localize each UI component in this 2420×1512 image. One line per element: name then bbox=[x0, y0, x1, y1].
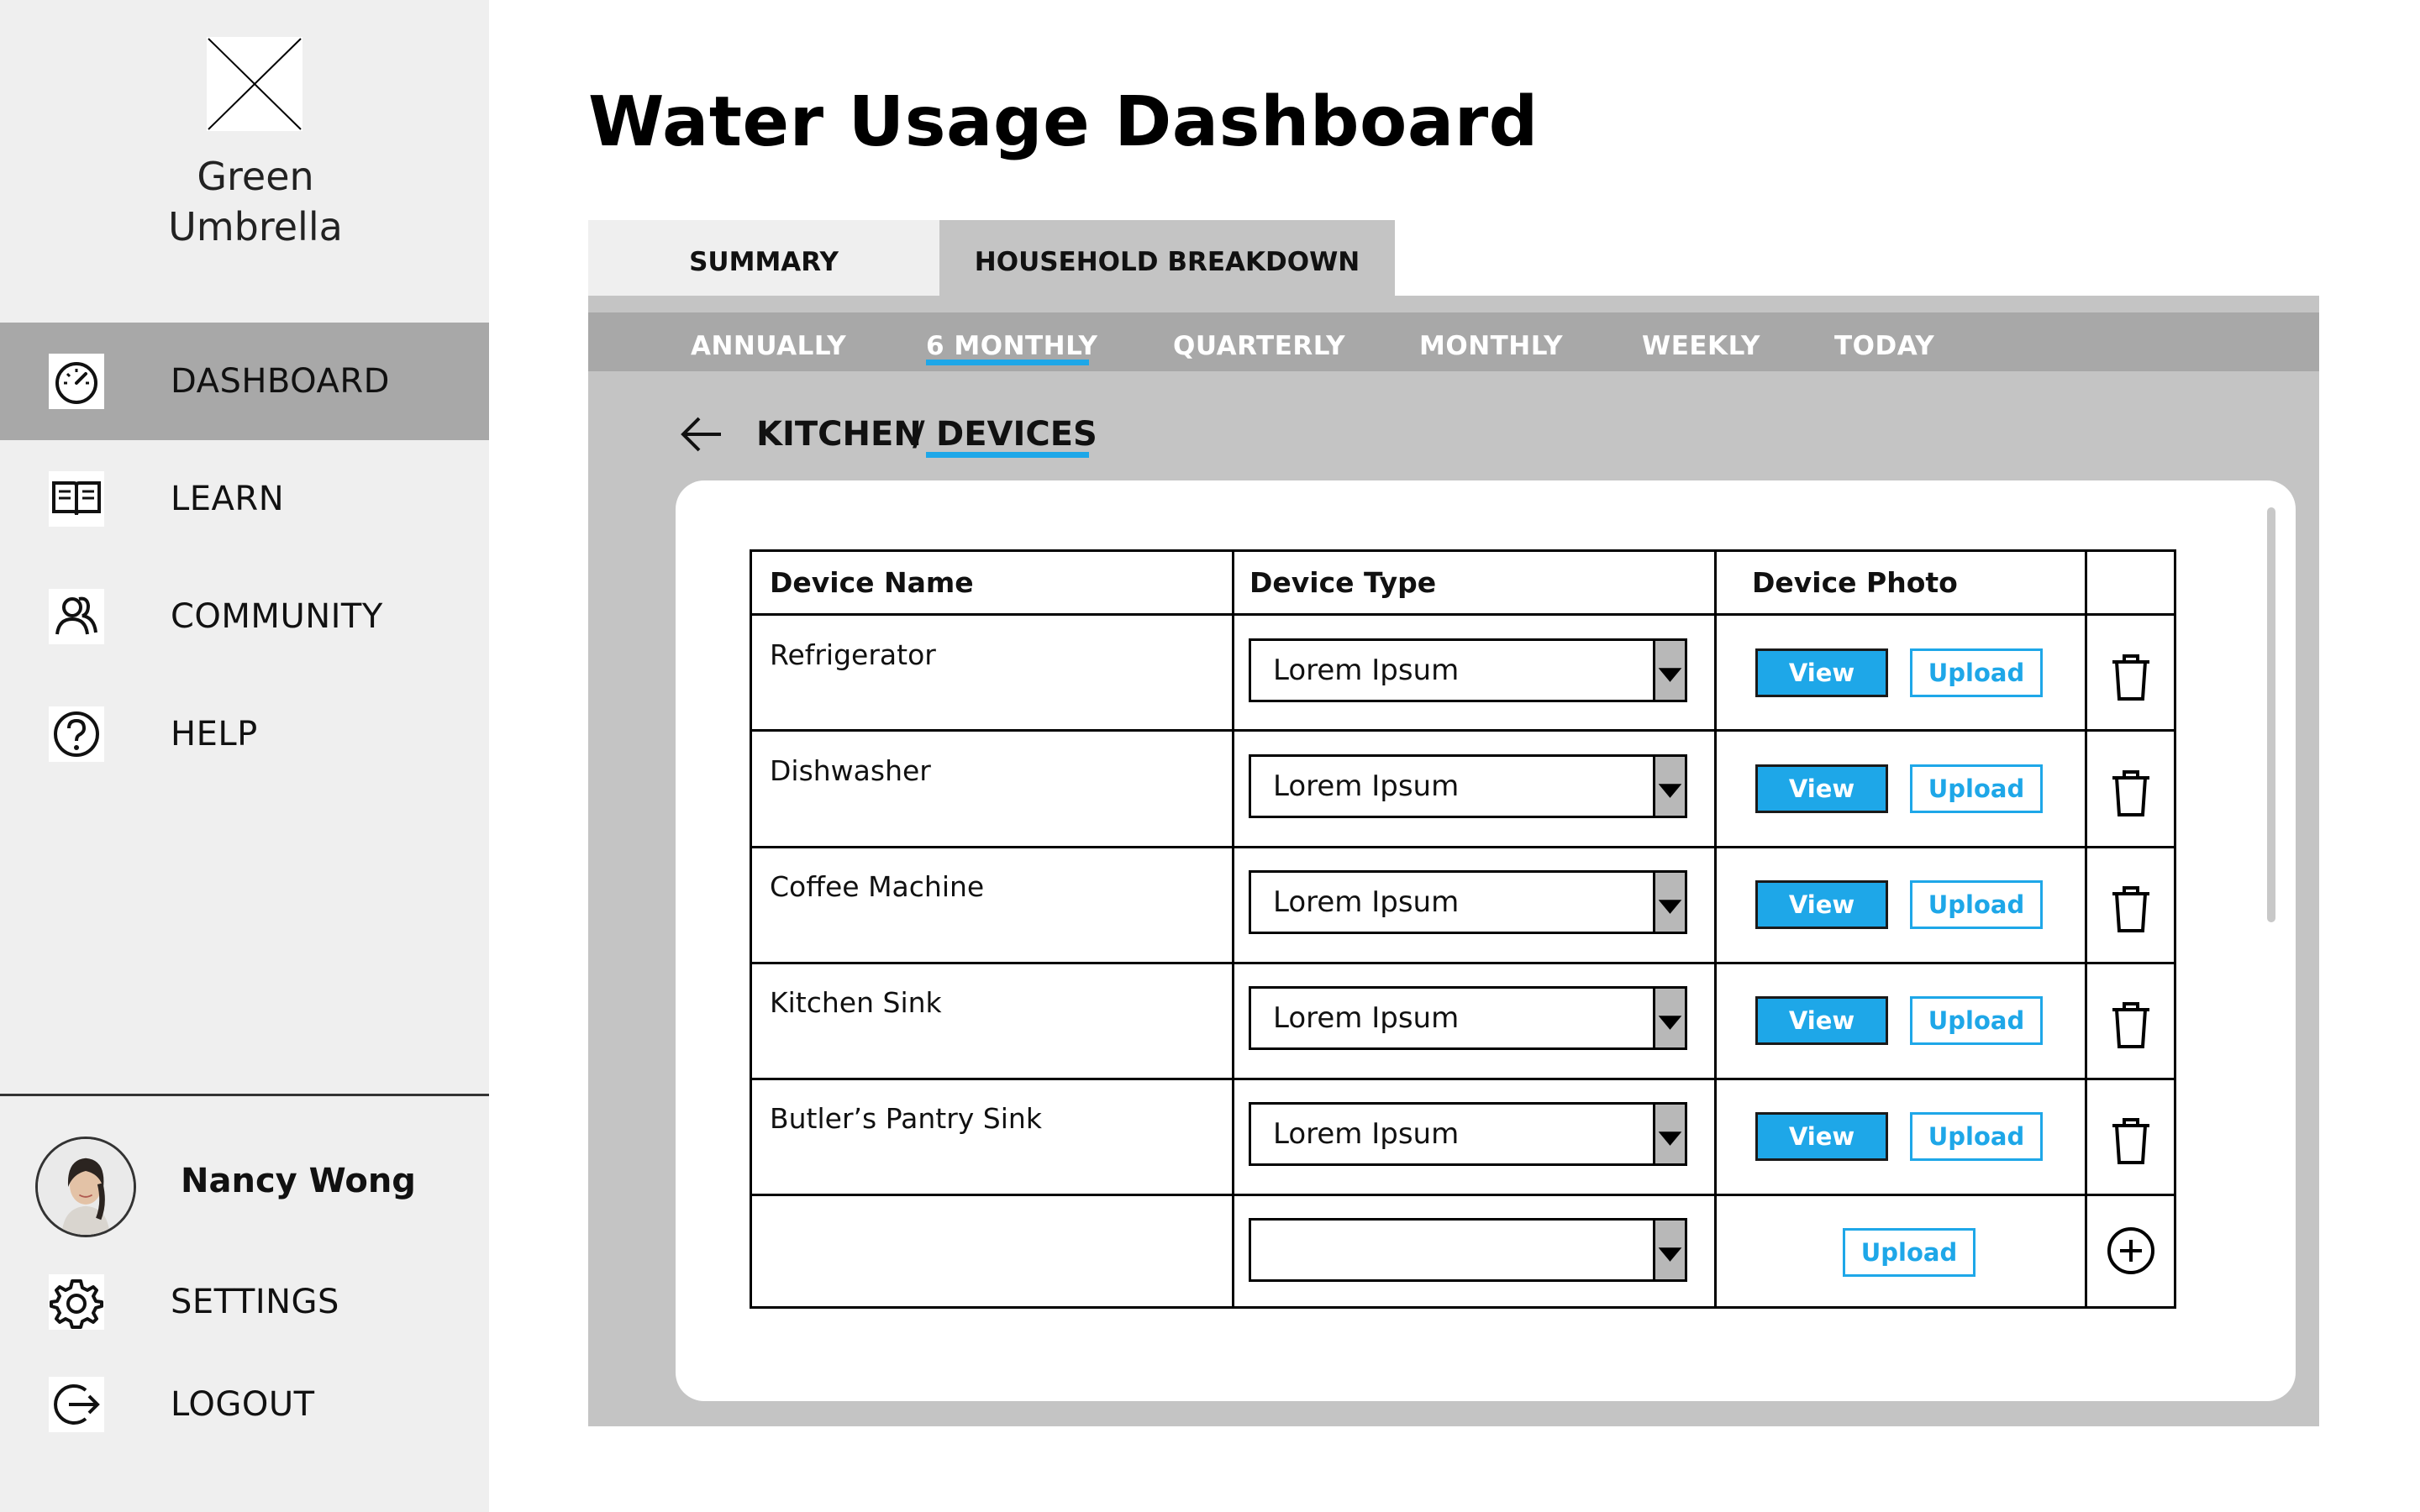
view-button[interactable]: View bbox=[1755, 996, 1888, 1045]
nav-label: LOGOUT bbox=[171, 1385, 315, 1424]
col-divider bbox=[2085, 549, 2087, 1309]
nav-item-settings[interactable]: SETTINGS bbox=[0, 1243, 489, 1361]
logout-icon bbox=[49, 1377, 104, 1432]
period-quarterly[interactable]: QUARTERLY bbox=[1173, 312, 1345, 371]
view-button[interactable]: View bbox=[1755, 1112, 1888, 1161]
device-type-select[interactable]: Lorem Ipsum bbox=[1249, 1102, 1687, 1166]
device-type-select[interactable]: Lorem Ipsum bbox=[1249, 754, 1687, 818]
device-name: Kitchen Sink bbox=[770, 986, 942, 1019]
avatar[interactable] bbox=[35, 1137, 136, 1237]
trash-icon[interactable] bbox=[2109, 1000, 2153, 1050]
scrollbar[interactable] bbox=[2267, 507, 2275, 922]
people-icon bbox=[49, 589, 104, 644]
row-divider bbox=[750, 729, 2176, 732]
nav-item-community[interactable]: COMMUNITY bbox=[0, 558, 489, 675]
select-value: Lorem Ipsum bbox=[1273, 654, 1460, 687]
period-monthly[interactable]: MONTHLY bbox=[1419, 312, 1563, 371]
breadcrumb-current: DEVICES bbox=[936, 415, 1097, 454]
period-today[interactable]: TODAY bbox=[1834, 312, 1934, 371]
caret-down-icon[interactable] bbox=[1653, 1221, 1685, 1279]
row-divider bbox=[750, 1194, 2176, 1196]
tab-summary[interactable]: SUMMARY bbox=[588, 220, 939, 296]
row-divider bbox=[750, 962, 2176, 964]
upload-button[interactable]: Upload bbox=[1910, 880, 2043, 929]
row-divider bbox=[750, 613, 2176, 616]
col-divider bbox=[1232, 549, 1234, 1309]
upload-button[interactable]: Upload bbox=[1910, 648, 2043, 697]
upload-button[interactable]: Upload bbox=[1910, 1112, 2043, 1161]
trash-icon[interactable] bbox=[2109, 884, 2153, 934]
row-divider bbox=[750, 1078, 2176, 1080]
select-value: Lorem Ipsum bbox=[1273, 1117, 1460, 1151]
device-name: Refrigerator bbox=[770, 638, 936, 671]
new-device-type-select[interactable] bbox=[1249, 1218, 1687, 1282]
sidebar-divider bbox=[0, 1094, 489, 1096]
nav-item-dashboard[interactable]: DASHBOARD bbox=[0, 323, 489, 440]
select-value: Lorem Ipsum bbox=[1273, 769, 1460, 803]
device-type-select[interactable]: Lorem Ipsum bbox=[1249, 870, 1687, 934]
view-button[interactable]: View bbox=[1755, 880, 1888, 929]
nav-label: DASHBOARD bbox=[171, 362, 390, 401]
column-header-device-name: Device Name bbox=[770, 566, 974, 599]
select-value: Lorem Ipsum bbox=[1273, 1001, 1460, 1035]
caret-down-icon[interactable] bbox=[1653, 1105, 1685, 1163]
gauge-icon bbox=[49, 354, 104, 409]
device-name: Coffee Machine bbox=[770, 870, 985, 903]
period-annually[interactable]: ANNUALLY bbox=[691, 312, 846, 371]
col-divider bbox=[1714, 549, 1717, 1309]
gear-icon bbox=[49, 1274, 104, 1330]
view-button[interactable]: View bbox=[1755, 764, 1888, 813]
sidebar: Green Umbrella DASHBOARD LEARN COMMUNITY… bbox=[0, 0, 489, 1512]
select-value: Lorem Ipsum bbox=[1273, 885, 1460, 919]
trash-icon[interactable] bbox=[2109, 768, 2153, 818]
caret-down-icon[interactable] bbox=[1653, 989, 1685, 1047]
user-name: Nancy Wong bbox=[181, 1162, 416, 1200]
column-header-device-type: Device Type bbox=[1249, 566, 1437, 599]
nav-label: SETTINGS bbox=[171, 1283, 339, 1321]
caret-down-icon[interactable] bbox=[1653, 757, 1685, 816]
trash-icon[interactable] bbox=[2109, 1116, 2153, 1166]
breadcrumb-parent[interactable]: KITCHEN bbox=[756, 412, 922, 457]
help-icon bbox=[49, 706, 104, 762]
row-divider bbox=[750, 846, 2176, 848]
device-type-select[interactable]: Lorem Ipsum bbox=[1249, 638, 1687, 702]
period-weekly[interactable]: WEEKLY bbox=[1642, 312, 1760, 371]
upload-button[interactable]: Upload bbox=[1910, 996, 2043, 1045]
placeholder-image-icon bbox=[207, 37, 302, 131]
nav-item-help[interactable]: HELP bbox=[0, 675, 489, 793]
book-icon bbox=[49, 471, 104, 527]
nav-label: LEARN bbox=[171, 480, 285, 518]
caret-down-icon[interactable] bbox=[1653, 641, 1685, 700]
page-title: Water Usage Dashboard bbox=[588, 82, 1539, 162]
device-name: Butler’s Pantry Sink bbox=[770, 1102, 1042, 1135]
brand-name: Green Umbrella bbox=[168, 154, 343, 249]
back-arrow-icon[interactable] bbox=[679, 412, 724, 457]
nav-label: HELP bbox=[171, 715, 258, 753]
add-circle-icon[interactable] bbox=[2107, 1226, 2155, 1275]
breadcrumb-separator: / bbox=[913, 415, 925, 454]
breadcrumb-underline bbox=[926, 452, 1089, 458]
caret-down-icon[interactable] bbox=[1653, 873, 1685, 932]
device-name: Dishwasher bbox=[770, 754, 931, 787]
nav-label: COMMUNITY bbox=[171, 597, 383, 636]
new-upload-button[interactable]: Upload bbox=[1843, 1228, 1975, 1277]
tab-household-breakdown[interactable]: HOUSEHOLD BREAKDOWN bbox=[939, 220, 1395, 296]
trash-icon[interactable] bbox=[2109, 652, 2153, 702]
nav-item-logout[interactable]: LOGOUT bbox=[0, 1346, 489, 1463]
device-type-select[interactable]: Lorem Ipsum bbox=[1249, 986, 1687, 1050]
column-header-device-photo: Device Photo bbox=[1752, 566, 1958, 599]
view-button[interactable]: View bbox=[1755, 648, 1888, 697]
upload-button[interactable]: Upload bbox=[1910, 764, 2043, 813]
active-period-indicator bbox=[926, 360, 1089, 365]
nav-item-learn[interactable]: LEARN bbox=[0, 440, 489, 558]
